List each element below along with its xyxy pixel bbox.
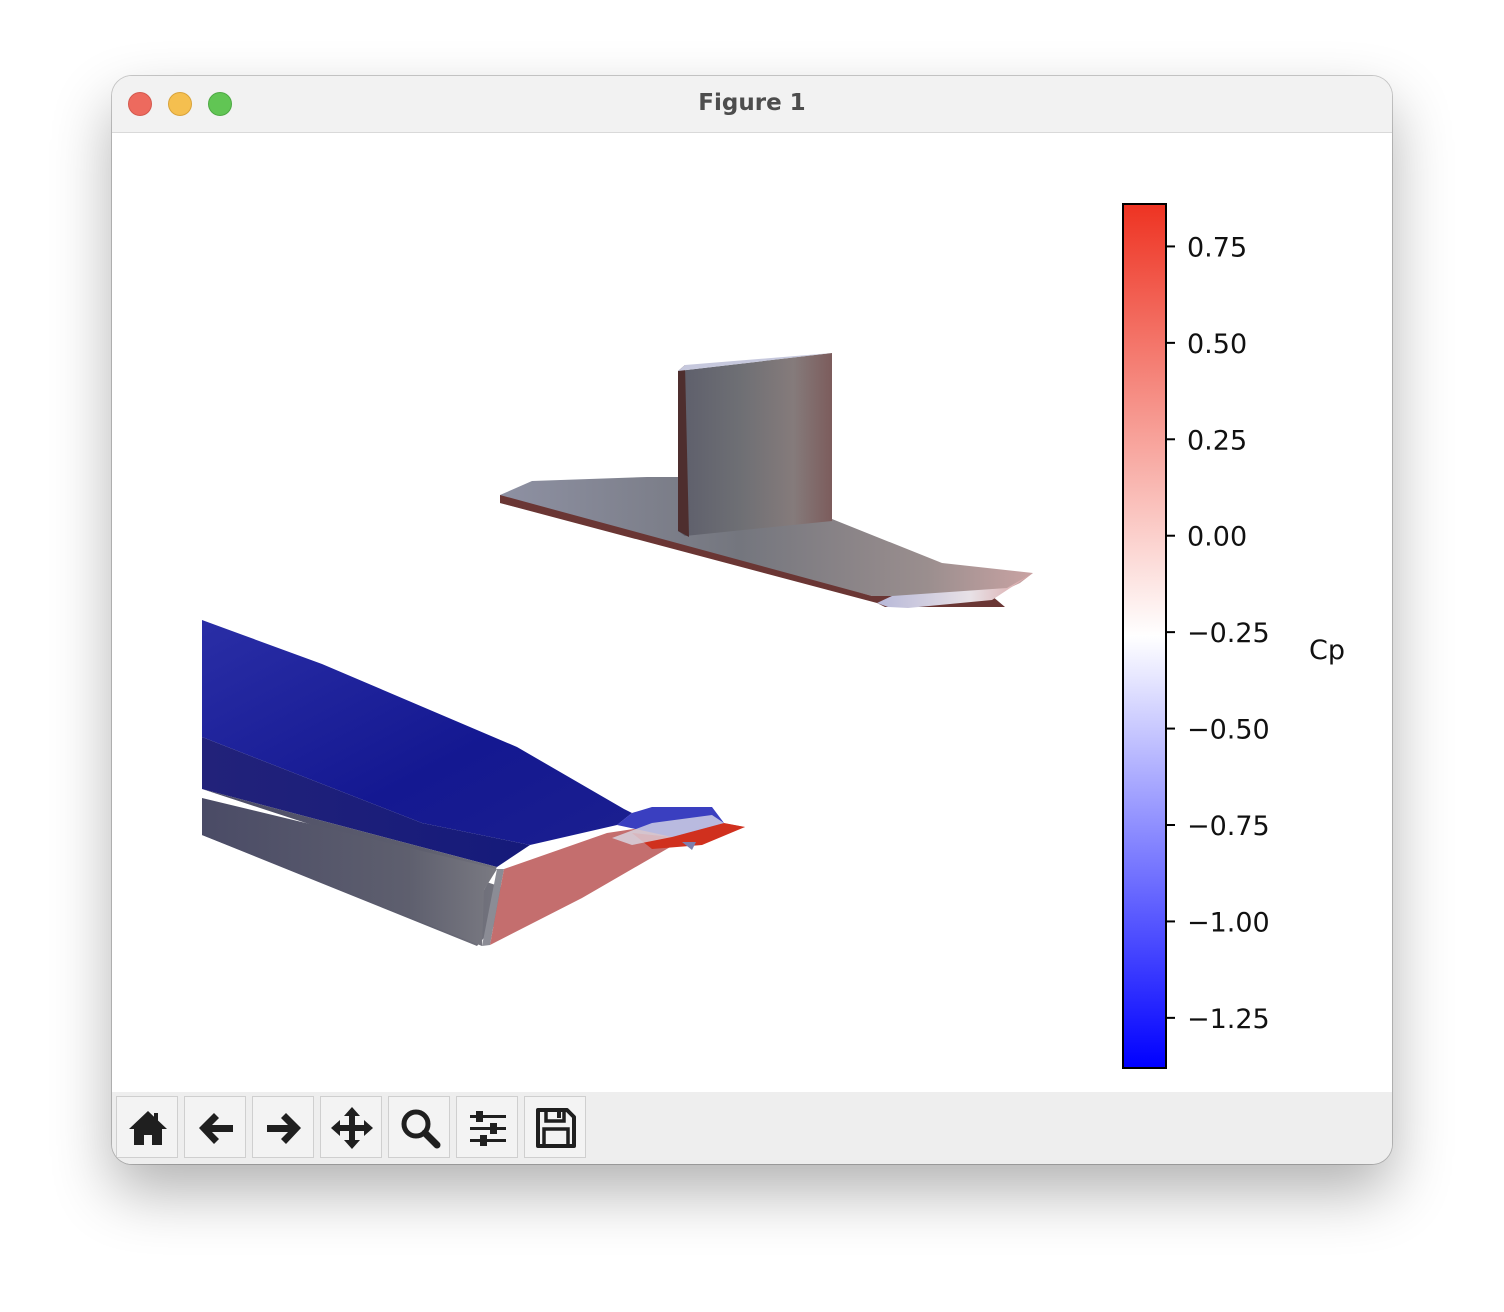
colorbar-fill (1122, 203, 1167, 1069)
colorbar-tick-label: −0.25 (1187, 618, 1270, 649)
magnifier-icon (401, 1109, 441, 1149)
floppy-disk-icon (536, 1108, 576, 1148)
vertical-fin (678, 353, 832, 536)
colorbar-tick-label: −0.50 (1187, 715, 1270, 746)
forward-button[interactable] (252, 1096, 314, 1158)
home-button[interactable] (116, 1096, 178, 1158)
plot-svg: 0.75 0.50 0.25 0.00 −0.25 −0.50 −0.75 −1.00 −1.2… (202, 203, 1345, 1069)
zoom-button[interactable] (388, 1096, 450, 1158)
sliders-icon (470, 1111, 506, 1146)
pan-button[interactable] (320, 1096, 382, 1158)
colorbar-ticks: 0.75 0.50 0.25 0.00 −0.25 −0.50 −0.75 −1.00 −1.2… (1166, 232, 1270, 1035)
configure-subplots-button[interactable] (456, 1096, 518, 1158)
colorbar-tick-label: 0.50 (1187, 329, 1247, 360)
colorbar-tick-label: −1.25 (1187, 1004, 1270, 1035)
colorbar-tick-label: 0.00 (1187, 522, 1247, 553)
move-icon (331, 1107, 373, 1149)
navigation-toolbar (112, 1092, 1392, 1164)
wing-upper-surface (202, 620, 632, 845)
title-bar[interactable]: Figure 1 (112, 76, 1392, 133)
colorbar-tick-label: 0.25 (1187, 425, 1247, 456)
colorbar: 0.75 0.50 0.25 0.00 −0.25 −0.50 −0.75 −1.00 −1.2… (1122, 203, 1345, 1069)
tail-surface (500, 353, 1033, 608)
colorbar-tick-label: −0.75 (1187, 811, 1270, 842)
figure-window: Figure 1 0.75 0.50 0.25 0.00 −0.25 −0.50… (112, 76, 1392, 1164)
arrow-left-icon (199, 1113, 233, 1144)
window-title: Figure 1 (698, 90, 806, 116)
colorbar-tick-label: 0.75 (1187, 232, 1247, 263)
back-button[interactable] (184, 1096, 246, 1158)
home-icon (129, 1111, 167, 1145)
colorbar-label: Cp (1309, 635, 1345, 666)
arrow-right-icon (267, 1113, 301, 1144)
wing-surface (202, 620, 745, 946)
colorbar-tick-label: −1.00 (1187, 907, 1270, 938)
plot-canvas[interactable]: 0.75 0.50 0.25 0.00 −0.25 −0.50 −0.75 −1.00 −1.2… (112, 133, 1392, 1092)
save-button[interactable] (524, 1096, 586, 1158)
